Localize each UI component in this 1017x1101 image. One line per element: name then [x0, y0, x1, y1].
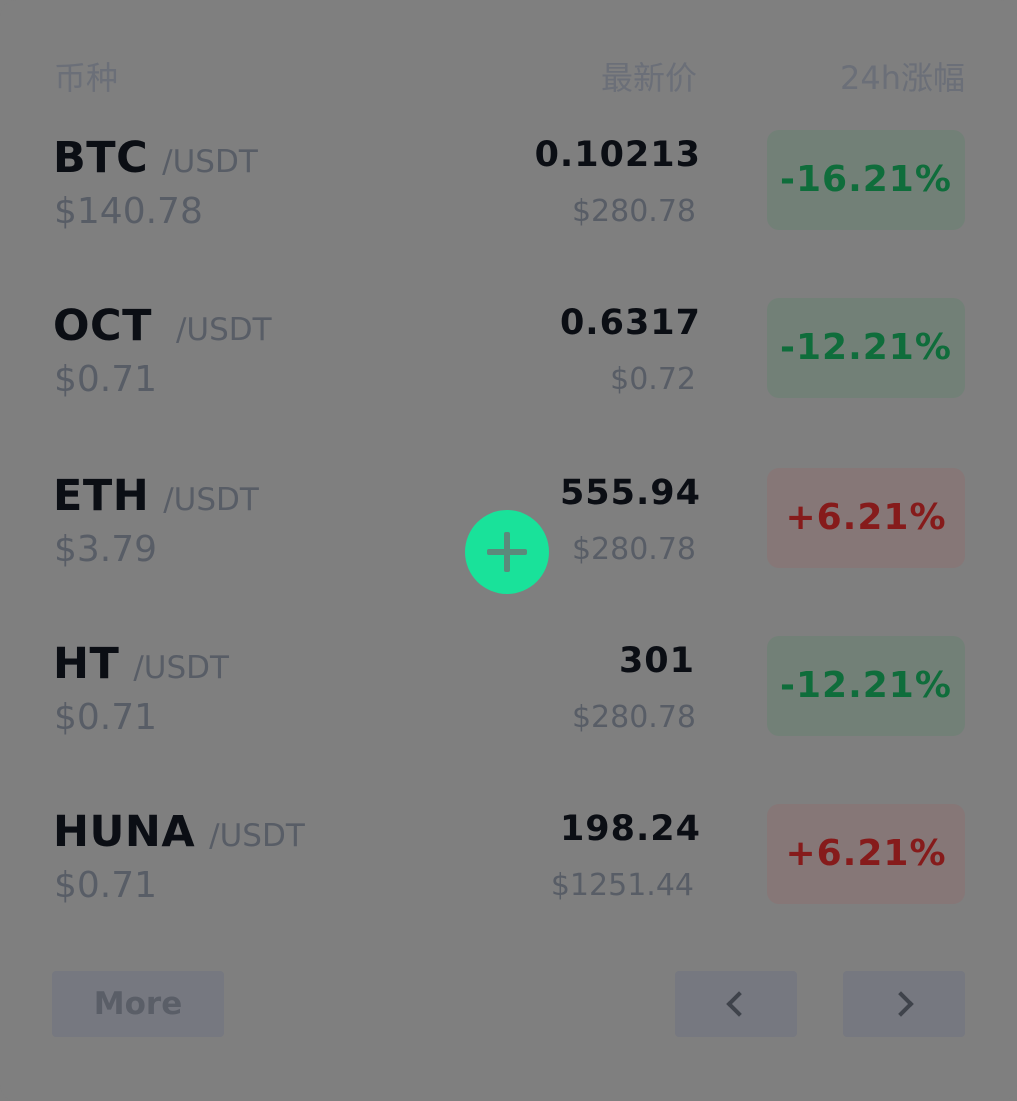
last-price-usd: $280.78 — [571, 194, 696, 229]
more-button[interactable]: More — [52, 971, 224, 1037]
last-price: 198.24 — [559, 809, 701, 849]
quote-currency: /USDT — [133, 650, 229, 686]
column-header-coin: 币种 — [54, 59, 119, 97]
last-price-usd: $280.78 — [571, 700, 696, 735]
market-row-btc[interactable]: BTC/USDT $140.78 0.10213 $280.78 -16.21% — [0, 130, 1017, 272]
add-button[interactable] — [465, 510, 549, 594]
change-badge[interactable]: -12.21% — [767, 636, 965, 736]
usd-value: $140.78 — [54, 191, 203, 232]
last-price-usd: $280.78 — [571, 532, 696, 567]
last-price: 0.6317 — [559, 303, 701, 343]
chevron-right-icon — [888, 991, 914, 1017]
last-price-usd: $0.72 — [610, 362, 696, 397]
quote-currency: /USDT — [209, 818, 305, 854]
market-row-ht[interactable]: HT/USDT $0.71 301 $280.78 -12.21% — [0, 636, 1017, 778]
change-badge[interactable]: -12.21% — [767, 298, 965, 398]
last-price: 301 — [618, 641, 695, 681]
usd-value: $3.79 — [54, 529, 158, 570]
usd-value: $0.71 — [54, 359, 158, 400]
market-row-huna[interactable]: HUNA/USDT $0.71 198.24 $1251.44 +6.21% — [0, 804, 1017, 946]
last-price: 0.10213 — [534, 135, 701, 175]
quote-currency: /USDT — [162, 144, 258, 180]
symbol: OCT — [53, 301, 152, 351]
chevron-left-icon — [726, 991, 752, 1017]
quote-currency: /USDT — [163, 482, 259, 518]
usd-value: $0.71 — [54, 865, 158, 906]
quote-currency: /USDT — [175, 312, 272, 348]
symbol: HT — [53, 639, 120, 689]
change-badge[interactable]: +6.21% — [767, 804, 965, 904]
symbol: ETH — [53, 471, 150, 521]
last-price: 555.94 — [559, 473, 701, 513]
market-list-panel: 币种 最新价 24h涨幅 BTC/USDT $140.78 0.10213 $2… — [0, 0, 1017, 1101]
last-price-usd: $1251.44 — [550, 868, 694, 903]
column-header-last-price: 最新价 — [600, 59, 697, 97]
market-row-oct[interactable]: OCT/USDT $0.71 0.6317 $0.72 -12.21% — [0, 298, 1017, 440]
next-page-button[interactable] — [843, 971, 965, 1037]
change-badge[interactable]: -16.21% — [767, 130, 965, 230]
symbol: BTC — [53, 133, 149, 183]
previous-page-button[interactable] — [675, 971, 797, 1037]
column-header-24h-change: 24h涨幅 — [839, 59, 965, 97]
symbol: HUNA — [53, 807, 196, 857]
usd-value: $0.71 — [54, 697, 158, 738]
change-badge[interactable]: +6.21% — [767, 468, 965, 568]
